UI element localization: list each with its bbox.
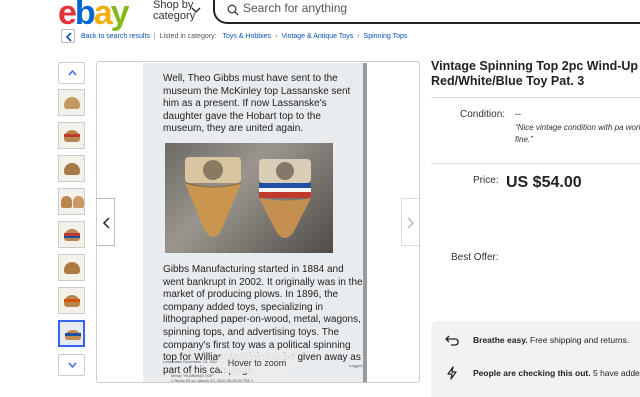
price-value: US $54.00 (506, 174, 582, 191)
search-bar (213, 0, 640, 24)
thumbnail[interactable] (58, 221, 85, 248)
listed-in-label: Listed in category: (159, 33, 217, 40)
chevron-down-icon (191, 7, 201, 14)
breadcrumb-item-spinning-tops[interactable]: Spinning Tops (364, 33, 408, 40)
thumbnail-scroll-up-button[interactable] (58, 62, 85, 84)
thumbnail[interactable] (58, 89, 85, 116)
chevron-left-icon (65, 32, 72, 42)
thumbnail[interactable] (58, 122, 85, 149)
logo-letter-b: b (74, 0, 96, 32)
thumbnail[interactable] (58, 287, 85, 314)
breadcrumb-item-vintage-toys[interactable]: Vintage & Antique Toys (281, 33, 353, 40)
image-fine-print: « Reply #3 on: March 23, 2020 09:59:24 P… (171, 378, 253, 383)
logo-letter-a: a (93, 0, 113, 32)
breadcrumb-chevron: › (357, 33, 360, 40)
condition-value: -- (515, 109, 521, 119)
listing-page: ebay Shop by category Back to search res… (0, 0, 640, 397)
buyer-info-panel: Breathe easy. Free shipping and returns.… (431, 321, 640, 397)
logo-letter-y: y (110, 0, 130, 32)
item-title-line1: Vintage Spinning Top 2pc Wind-Up W (431, 59, 640, 73)
divider (431, 97, 640, 98)
return-arrow-icon (445, 335, 459, 346)
item-title-line2: Red/White/Blue Toy Pat. 3 (431, 74, 585, 88)
item-title: Vintage Spinning Top 2pc Wind-Up W Red/W… (431, 59, 640, 89)
next-image-button[interactable] (401, 198, 419, 246)
chevron-right-icon (407, 217, 415, 229)
thumbnail[interactable] (58, 155, 85, 182)
search-icon (227, 4, 239, 16)
breadcrumb: Back to search results | Listed in categor… (81, 33, 407, 40)
breadcrumb-chevron: › (275, 33, 278, 40)
best-offer-label: Best Offer: (451, 252, 499, 263)
thumbnail-scroll-down-button[interactable] (58, 354, 85, 376)
image-text-paragraph-1: Well, Theo Gibbs must have sent to the m… (163, 73, 351, 135)
search-input[interactable] (243, 1, 623, 15)
price-label: Price: (473, 175, 499, 186)
thumbnail-image (61, 196, 72, 208)
watchers-text: 5 have adde (590, 368, 640, 378)
thumbnail[interactable] (58, 254, 85, 281)
back-button[interactable] (61, 29, 75, 43)
previous-image-button[interactable] (97, 198, 115, 246)
watchers-title: People are checking this out. (473, 368, 591, 378)
thumbnail-band (64, 236, 80, 238)
shop-by-category-button[interactable]: Shop by category (153, 0, 201, 22)
thumbnail-strip (58, 62, 86, 376)
thumbnail-band (65, 333, 81, 336)
divider (431, 163, 640, 164)
logo-letter-e: e (58, 0, 77, 32)
hover-to-zoom-hint: Hover to zoom (217, 353, 297, 373)
spinning-top-left-image (184, 157, 242, 237)
back-to-search-link[interactable]: Back to search results (81, 33, 150, 40)
breadcrumb-item-toys-hobbies[interactable]: Toys & Hobbies (222, 33, 271, 40)
seller-condition-note: “Nice vintage condition with pa work fin… (515, 123, 640, 144)
chevron-up-icon (68, 70, 77, 76)
thumbnail[interactable] (58, 188, 85, 215)
chevron-down-icon (68, 362, 77, 368)
thumbnail-selected[interactable] (58, 320, 85, 347)
lightning-bolt-icon (447, 366, 457, 380)
main-image-viewer[interactable]: Well, Theo Gibbs must have sent to the m… (96, 61, 420, 383)
condition-label: Condition: (460, 109, 506, 120)
thumbnail-image (64, 97, 80, 109)
shop-by-line2: category (153, 10, 196, 22)
breadcrumb-divider: | (153, 33, 156, 40)
thumbnail-band (64, 134, 80, 137)
chevron-left-icon (102, 217, 110, 229)
free-returns-title: Breathe easy. (473, 335, 528, 345)
spinning-top-right-image (259, 159, 311, 238)
main-image: Well, Theo Gibbs must have sent to the m… (143, 63, 367, 383)
spinning-tops-photo (165, 143, 333, 253)
thumbnail-image (64, 163, 80, 175)
thumbnail-band (64, 299, 80, 302)
thumbnail-image (73, 196, 84, 208)
ebay-logo[interactable]: ebay (58, 0, 130, 32)
thumbnail-image (64, 262, 80, 274)
free-returns-text: Free shipping and returns. (527, 335, 630, 345)
image-fine-print: Logged (349, 363, 363, 368)
